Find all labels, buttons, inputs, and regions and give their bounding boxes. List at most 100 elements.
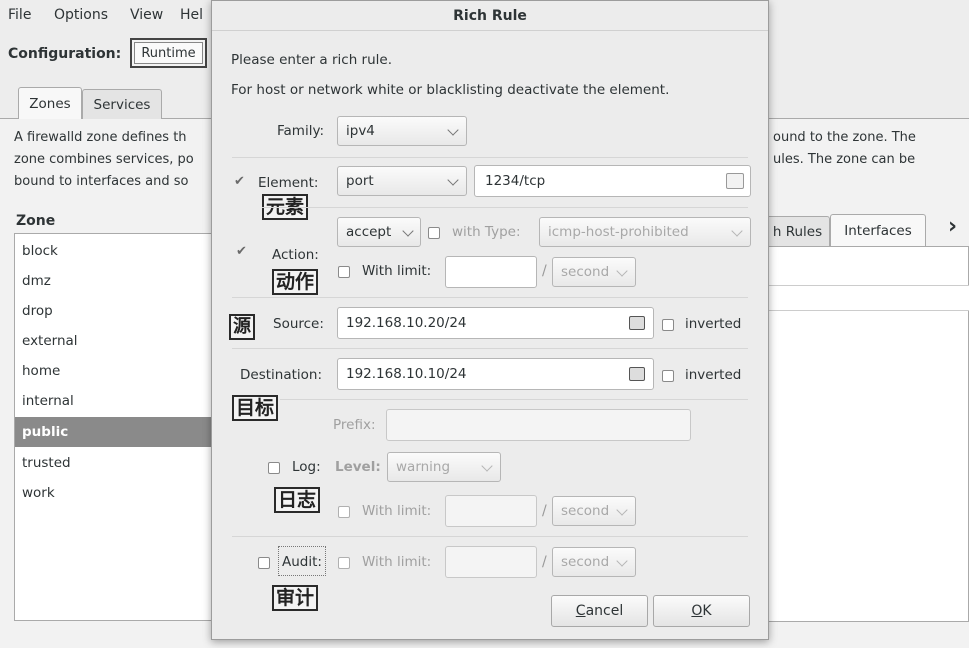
limit-unit-value: second [561, 264, 610, 280]
action-label: Action: [272, 247, 319, 263]
log-level-value: warning [396, 459, 451, 475]
zone-description-line: ound to the zone. The [773, 130, 916, 145]
tab-zones[interactable]: Zones [18, 87, 82, 119]
address-picker-icon[interactable] [629, 316, 645, 330]
level-label: Level: [335, 459, 381, 475]
log-limit-unit-select[interactable]: second [552, 496, 636, 526]
tabs-scroll-right-icon[interactable]: › [948, 214, 957, 239]
limit-slash: / [542, 503, 547, 519]
with-type-label: with Type: [452, 224, 521, 240]
zone-description-line: ules. The zone can be [773, 152, 916, 167]
configuration-value: Runtime [134, 42, 203, 64]
action-value: accept [346, 224, 392, 240]
zone-item-internal[interactable]: internal [15, 386, 213, 416]
address-picker-icon[interactable] [629, 367, 645, 381]
with-type-select[interactable]: icmp-host-prohibited [539, 217, 751, 247]
limit-unit-value: second [561, 503, 610, 519]
destination-inverted-label: inverted [685, 367, 742, 383]
separator [262, 207, 748, 208]
element-label: Element: [258, 175, 319, 191]
audit-checkbox[interactable] [258, 557, 270, 569]
chevron-down-icon [731, 225, 743, 237]
zone-item-home[interactable]: home [15, 356, 213, 386]
chevron-down-icon [447, 174, 459, 186]
menu-file[interactable]: File [8, 7, 31, 23]
audit-limit-input[interactable] [445, 546, 537, 578]
zone-item-work[interactable]: work [15, 478, 213, 508]
zone-item-trusted[interactable]: trusted [15, 448, 213, 478]
tab-rich-rules[interactable]: h Rules [766, 216, 830, 246]
action-select[interactable]: accept [337, 217, 421, 247]
zone-item-block[interactable]: block [15, 236, 213, 266]
menu-options[interactable]: Options [54, 7, 108, 23]
source-field[interactable]: 192.168.10.20/24 [337, 307, 654, 339]
zone-item-drop[interactable]: drop [15, 296, 213, 326]
ok-label: K [702, 603, 712, 619]
zone-item-external[interactable]: external [15, 326, 213, 356]
log-checkbox[interactable] [268, 462, 280, 474]
configuration-select[interactable]: Runtime [130, 38, 207, 68]
tab-interfaces[interactable]: Interfaces [830, 214, 926, 246]
action-checkbox[interactable]: ✔ [236, 245, 247, 258]
zone-item-dmz[interactable]: dmz [15, 266, 213, 296]
cancel-mnemonic: C [575, 603, 586, 619]
with-type-value: icmp-host-prohibited [548, 224, 689, 240]
destination-field[interactable]: 192.168.10.10/24 [337, 358, 654, 390]
annotation-log: 日志 [274, 487, 321, 513]
zone-description-line: zone combines services, po [14, 152, 194, 167]
destination-inverted-checkbox[interactable] [662, 370, 674, 382]
dialog-hint: For host or network white or blacklistin… [231, 82, 670, 98]
limit-unit-value: second [561, 554, 610, 570]
zone-item-public[interactable]: public [15, 417, 213, 447]
search-icon[interactable] [726, 173, 744, 189]
ok-button[interactable]: OK [653, 595, 750, 627]
zone-description-line: A firewalld zone defines th [14, 130, 187, 145]
element-value-field[interactable]: 1234/tcp [474, 165, 751, 197]
source-label: Source: [273, 316, 324, 332]
family-label: Family: [277, 123, 325, 139]
menu-view[interactable]: View [130, 7, 163, 23]
dialog-intro: Please enter a rich rule. [231, 52, 392, 68]
log-label: Log: [292, 459, 321, 475]
ok-mnemonic: O [691, 603, 703, 619]
configuration-label: Configuration: [8, 46, 122, 62]
log-limit-input[interactable] [445, 495, 537, 527]
audit-limit-unit-select[interactable]: second [552, 547, 636, 577]
separator [280, 399, 748, 400]
log-prefix-input[interactable] [386, 409, 691, 441]
limit-slash: / [542, 554, 547, 570]
with-type-checkbox[interactable] [428, 227, 440, 239]
destination-label: Destination: [240, 367, 323, 383]
with-limit-label: With limit: [362, 263, 432, 279]
zone-description-line: bound to interfaces and so [14, 174, 189, 189]
rich-rules-list-header [766, 285, 969, 311]
family-select[interactable]: ipv4 [337, 116, 467, 146]
separator [232, 536, 748, 537]
cancel-button[interactable]: Cancel [551, 595, 648, 627]
action-limit-unit-select[interactable]: second [552, 257, 636, 287]
chevron-down-icon [402, 225, 414, 237]
element-value: 1234/tcp [485, 173, 546, 189]
tab-services[interactable]: Services [82, 89, 162, 119]
separator [232, 297, 748, 298]
family-value: ipv4 [346, 123, 375, 139]
log-level-select[interactable]: warning [387, 452, 501, 482]
log-limit-checkbox[interactable] [338, 506, 350, 518]
dialog-title: Rich Rule [212, 1, 768, 31]
source-inverted-checkbox[interactable] [662, 319, 674, 331]
audit-limit-checkbox[interactable] [338, 557, 350, 569]
action-limit-input[interactable] [445, 256, 537, 288]
action-limit-checkbox[interactable] [338, 266, 350, 278]
chevron-down-icon [481, 460, 493, 472]
element-checkbox[interactable]: ✔ [234, 175, 245, 188]
chevron-down-icon [616, 265, 628, 277]
rich-rule-dialog: Rich Rule Please enter a rich rule. For … [211, 0, 769, 640]
cancel-label: ancel [585, 603, 624, 619]
element-type-select[interactable]: port [337, 166, 467, 196]
chevron-down-icon [616, 555, 628, 567]
element-type-value: port [346, 173, 374, 189]
annotation-source: 源 [229, 314, 255, 340]
chevron-down-icon [447, 124, 459, 136]
zone-list[interactable]: block dmz drop external home internal pu… [14, 233, 214, 621]
menu-help[interactable]: Hel [180, 7, 203, 23]
